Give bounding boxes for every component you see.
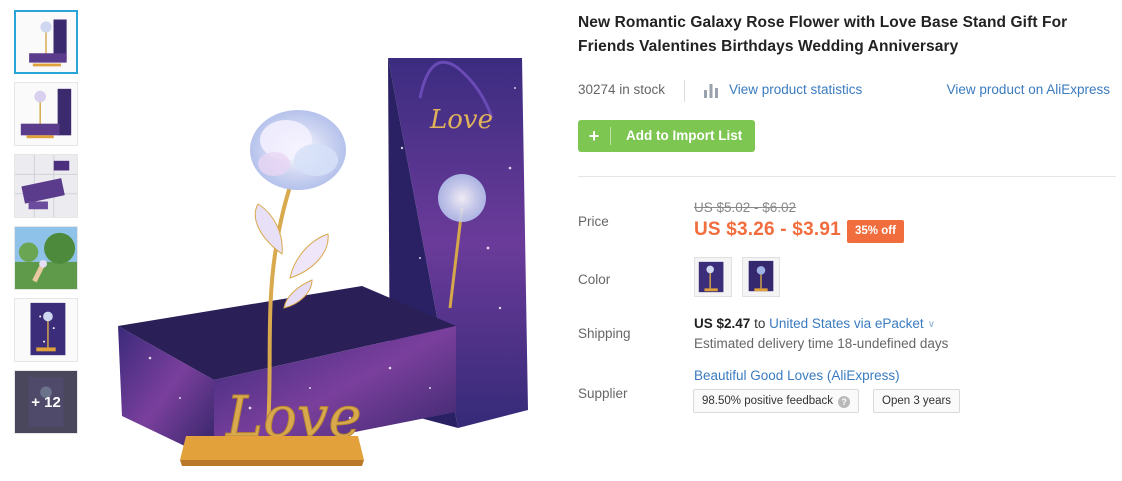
delivery-estimate: Estimated delivery time 18-undefined day…	[694, 336, 949, 351]
chevron-down-icon[interactable]: ∨	[928, 319, 935, 330]
shipping-info: US $2.47 to United States via ePacket ∨	[694, 316, 935, 331]
product-details: New Romantic Galaxy Rose Flower with Lov…	[578, 0, 1118, 413]
stock-count: 30274 in stock	[578, 82, 666, 97]
view-on-aliexpress-link[interactable]: View product on AliExpress	[947, 82, 1110, 97]
button-separator	[610, 127, 611, 145]
supplier-name-link[interactable]: Beautiful Good Loves (AliExpress)	[694, 368, 900, 383]
thumbnail-3[interactable]	[14, 154, 78, 218]
section-divider	[578, 176, 1116, 177]
shipping-price: US $2.47	[694, 316, 751, 331]
positive-feedback-text: 98.50% positive feedback	[702, 395, 834, 407]
supplier-label: Supplier	[578, 386, 628, 401]
price-label: Price	[578, 214, 609, 229]
color-option-2[interactable]	[742, 257, 780, 297]
shipping-label: Shipping	[578, 326, 631, 341]
plus-icon: +	[588, 125, 600, 146]
product-meta-row: 30274 in stock View product statistics V…	[578, 80, 1118, 102]
original-price: US $5.02 - $6.02	[694, 200, 797, 215]
color-label: Color	[578, 272, 611, 287]
shipping-destination-dropdown[interactable]: United States via ePacket	[769, 316, 924, 331]
add-to-import-list-button[interactable]: + Add to Import List	[578, 120, 755, 152]
store-age-badge: Open 3 years	[873, 389, 961, 413]
meta-divider	[684, 80, 685, 102]
bar-chart-icon[interactable]	[703, 82, 719, 98]
thumbnail-more[interactable]: + 12	[14, 370, 78, 434]
svg-text:Love: Love	[429, 105, 493, 135]
shipping-to-text: to	[754, 316, 766, 331]
thumbnail-5[interactable]	[14, 298, 78, 362]
thumbnail-gallery: + 12	[14, 10, 78, 442]
thumbnail-1[interactable]	[14, 10, 78, 74]
product-title: New Romantic Galaxy Rose Flower with Lov…	[578, 14, 1068, 55]
view-product-statistics-link[interactable]: View product statistics	[729, 82, 862, 97]
color-option-1[interactable]	[694, 257, 732, 297]
more-images-count: + 12	[15, 371, 77, 433]
thumbnail-4[interactable]	[14, 226, 78, 290]
positive-feedback-badge: 98.50% positive feedback?	[693, 389, 860, 413]
add-to-import-list-label: Add to Import List	[626, 128, 743, 143]
help-icon[interactable]: ?	[838, 396, 851, 408]
thumbnail-2[interactable]	[14, 82, 78, 146]
main-product-image[interactable]: Love Love	[90, 8, 550, 478]
sale-price: US $3.26 - $3.91	[694, 219, 841, 240]
discount-badge: 35% off	[847, 220, 904, 243]
